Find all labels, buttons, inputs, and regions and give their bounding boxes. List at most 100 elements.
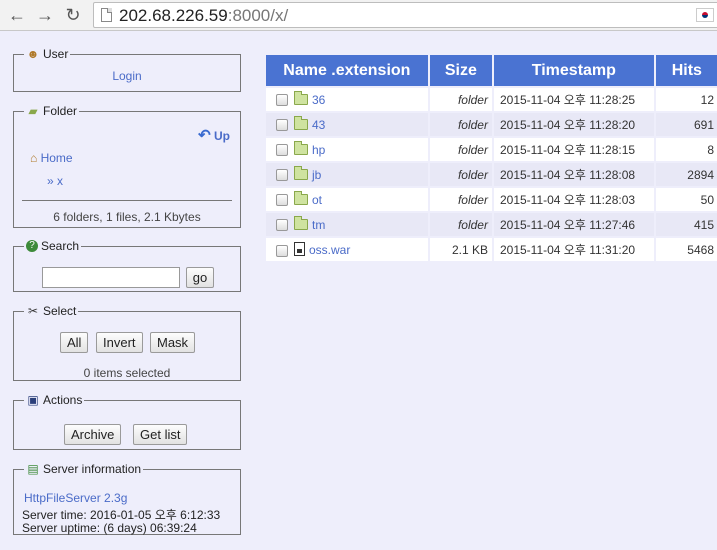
file-link[interactable]: oss.war — [309, 243, 350, 257]
column-header-size[interactable]: Size — [429, 55, 492, 86]
timestamp-cell: 2015-11-04 오후 11:27:46 — [493, 213, 654, 236]
column-header-timestamp[interactable]: Timestamp — [493, 55, 654, 86]
folder-icon: ▰ — [28, 104, 38, 118]
korea-flag-icon[interactable] — [696, 8, 714, 22]
login-link[interactable]: Login — [112, 69, 141, 83]
home-link[interactable]: Home — [41, 151, 73, 165]
name-cell: 43 — [266, 113, 428, 136]
actions-legend: ▣ Actions — [24, 393, 84, 407]
hits-cell: 50 — [655, 188, 717, 211]
timestamp-cell: 2015-11-04 오후 11:28:08 — [493, 163, 654, 186]
row-checkbox[interactable] — [276, 244, 288, 257]
actions-panel: ▣ Actions Archive Get list — [13, 393, 241, 450]
row-checkbox[interactable] — [276, 219, 288, 232]
file-table: Name .extension Size Timestamp Hits 36 fo… — [264, 53, 717, 263]
scissors-icon: ✂ — [27, 304, 39, 318]
name-cell: 36 — [266, 88, 428, 111]
file-link[interactable]: 36 — [312, 93, 325, 107]
size-cell: folder — [429, 213, 492, 236]
file-list: 36 folder 2015-11-04 오후 11:28:25 12 43 folder… — [266, 88, 717, 261]
size-cell: folder — [429, 138, 492, 161]
folder-legend-label: Folder — [43, 104, 78, 118]
floppy-disk-icon: ▣ — [27, 393, 39, 407]
table-row: 36 folder 2015-11-04 오후 11:28:25 12 — [266, 88, 717, 111]
get-list-button[interactable]: Get list — [133, 424, 188, 445]
user-panel: ☻ User Login — [13, 47, 241, 92]
folder-icon — [294, 140, 308, 155]
folder-summary: 6 folders, 1 files, 2.1 Kbytes — [53, 210, 201, 224]
hits-cell: 691 — [655, 113, 717, 136]
timestamp-cell: 2015-11-04 오후 11:28:25 — [493, 88, 654, 111]
table-row: tm folder 2015-11-04 오후 11:27:46 415 — [266, 213, 717, 236]
reload-icon[interactable]: ↻ — [62, 4, 84, 26]
file-link[interactable]: hp — [312, 143, 325, 157]
mask-button[interactable]: Mask — [150, 332, 196, 353]
select-legend-label: Select — [43, 304, 77, 318]
timestamp-cell: 2015-11-04 오후 11:31:20 — [493, 238, 654, 261]
file-link[interactable]: jb — [312, 168, 321, 182]
up-button[interactable]: ↶ Up — [198, 126, 230, 144]
table-row: hp folder 2015-11-04 오후 11:28:15 8 — [266, 138, 717, 161]
back-arrow-icon[interactable]: ← — [6, 4, 28, 26]
select-panel: ✂ Select All Invert Mask 0 items selecte… — [13, 304, 241, 381]
folder-icon — [294, 115, 308, 130]
file-link[interactable]: ot — [312, 193, 322, 207]
folder-icon — [294, 165, 308, 180]
user-icon: ☻ — [26, 47, 40, 61]
invert-button[interactable]: Invert — [96, 332, 143, 353]
server-icon: ▤ — [27, 462, 39, 476]
server-uptime: Server uptime: (6 days) 06:39:24 — [22, 521, 197, 535]
server-info-legend-label: Server information — [43, 462, 142, 476]
column-header-hits[interactable]: Hits — [655, 55, 717, 86]
url-path: :8000/x/ — [227, 6, 289, 25]
forward-arrow-icon[interactable]: → — [34, 4, 56, 26]
user-legend: ☻ User — [24, 47, 70, 61]
up-label: Up — [214, 129, 230, 143]
size-cell: folder — [429, 113, 492, 136]
selection-status: 0 items selected — [83, 366, 171, 380]
size-cell: folder — [429, 163, 492, 186]
file-icon — [294, 242, 305, 256]
select-all-button[interactable]: All — [60, 332, 89, 353]
search-input[interactable] — [42, 267, 180, 288]
name-cell: hp — [266, 138, 428, 161]
hfs-link[interactable]: HttpFileServer 2.3g — [24, 491, 127, 505]
url-text: 202.68.226.59:8000/x/ — [119, 6, 288, 26]
table-row: ot folder 2015-11-04 오후 11:28:03 50 — [266, 188, 717, 211]
home-link-row[interactable]: ⌂ Home — [30, 151, 73, 165]
file-link[interactable]: 43 — [312, 118, 325, 132]
folder-legend: ▰ Folder — [24, 104, 79, 118]
size-cell: folder — [429, 188, 492, 211]
row-checkbox[interactable] — [276, 94, 288, 107]
row-checkbox[interactable] — [276, 194, 288, 207]
size-cell: 2.1 KB — [429, 238, 492, 261]
search-legend: ? Search — [24, 239, 81, 253]
name-cell: ot — [266, 188, 428, 211]
timestamp-cell: 2015-11-04 오후 11:28:20 — [493, 113, 654, 136]
folder-icon — [294, 215, 308, 230]
server-info-legend: ▤ Server information — [24, 462, 143, 476]
search-panel: ? Search go — [13, 239, 241, 292]
hits-cell: 8 — [655, 138, 717, 161]
go-button[interactable]: go — [186, 267, 214, 288]
hits-cell: 5468 — [655, 238, 717, 261]
timestamp-cell: 2015-11-04 오후 11:28:15 — [493, 138, 654, 161]
select-legend: ✂ Select — [24, 304, 78, 318]
hits-cell: 415 — [655, 213, 717, 236]
file-link[interactable]: tm — [312, 218, 325, 232]
actions-legend-label: Actions — [43, 393, 83, 407]
name-cell: jb — [266, 163, 428, 186]
name-cell: oss.war — [266, 238, 428, 261]
current-folder-link[interactable]: » x — [47, 174, 63, 188]
column-header-name[interactable]: Name .extension — [266, 55, 428, 86]
table-row: 43 folder 2015-11-04 오후 11:28:20 691 — [266, 113, 717, 136]
archive-button[interactable]: Archive — [64, 424, 122, 445]
address-bar[interactable]: 202.68.226.59:8000/x/ — [93, 2, 717, 28]
size-cell: folder — [429, 88, 492, 111]
table-row: jb folder 2015-11-04 오후 11:28:08 2894 — [266, 163, 717, 186]
page-icon — [101, 8, 112, 22]
row-checkbox[interactable] — [276, 144, 288, 157]
row-checkbox[interactable] — [276, 119, 288, 132]
row-checkbox[interactable] — [276, 169, 288, 182]
table-row: oss.war 2.1 KB 2015-11-04 오후 11:31:20 5468 — [266, 238, 717, 261]
